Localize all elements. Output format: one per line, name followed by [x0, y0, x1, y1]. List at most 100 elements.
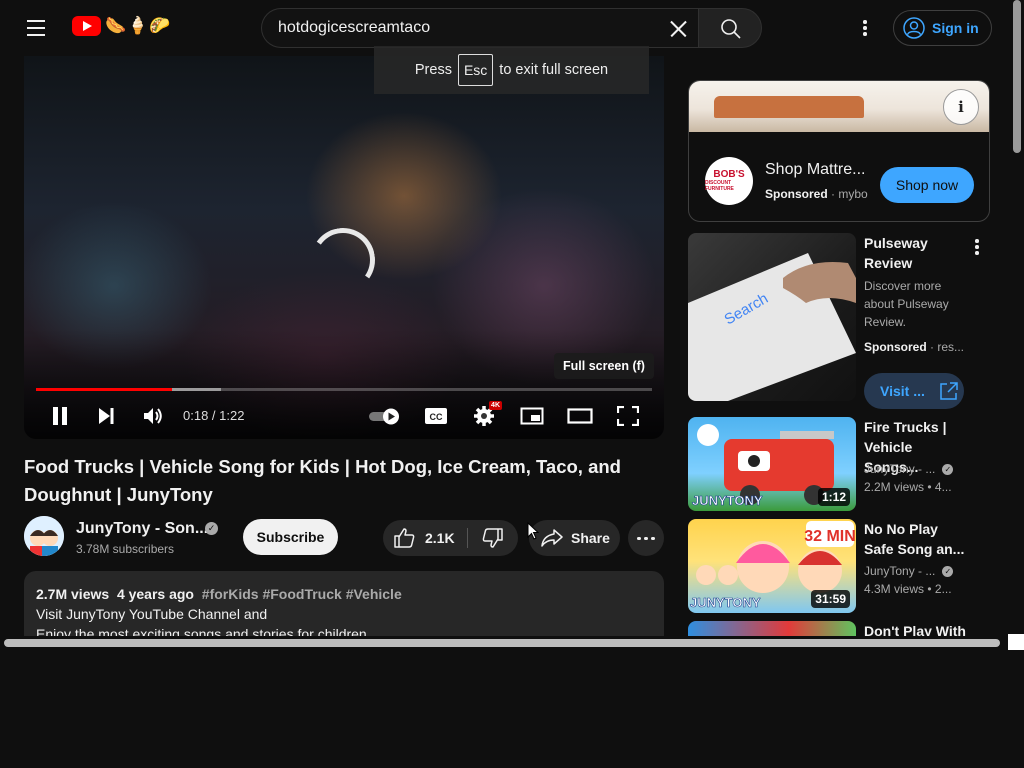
description-box[interactable]: 2.7M views 4 years ago #forKids #FoodTru…: [24, 571, 664, 637]
channel-avatar-image: [24, 516, 64, 556]
progress-played: [36, 388, 172, 391]
visit-site-button[interactable]: Visit ...: [864, 373, 964, 409]
search-button[interactable]: [698, 8, 762, 48]
sponsored-video[interactable]: Search Pulseway Review Discover more abo…: [688, 233, 988, 413]
recommendation-channel-line: JunyTony - ... ✓: [864, 564, 954, 578]
pause-button[interactable]: [42, 398, 78, 434]
channel-avatar[interactable]: [24, 516, 64, 556]
ad-title: Shop Mattre...: [765, 161, 866, 178]
closed-captions-icon: CC: [425, 408, 447, 424]
svg-text:CC: CC: [430, 412, 443, 422]
verified-check-icon: ✓: [205, 522, 218, 535]
settings-more-icon[interactable]: [852, 16, 876, 40]
fullscreen-icon: [617, 406, 639, 426]
ad-domain: mybo: [838, 187, 868, 201]
sponsored-label: Sponsored: [864, 340, 927, 354]
search-query: hotdogicescreamtaco: [278, 19, 431, 36]
like-count: 2.1K: [425, 530, 455, 546]
sponsored-title: Pulseway Review: [864, 235, 928, 271]
share-button[interactable]: Share: [529, 520, 620, 556]
recommendation-stats: 4.3M views • 2...: [864, 582, 952, 596]
video-owner-row: JunyTony - Son... ✓ 3.78M subscribers Su…: [24, 516, 664, 558]
sponsored-more-icon[interactable]: [964, 235, 988, 259]
video-player[interactable]: Full screen (f) 0:18 / 1:22 CC 4K: [24, 56, 664, 439]
tablet-search-image: Search: [688, 253, 856, 401]
toast-suffix: to exit full screen: [499, 62, 609, 78]
vertical-scrollbar[interactable]: [1010, 0, 1024, 637]
shop-now-button[interactable]: Shop now: [880, 167, 974, 203]
recommendation-item[interactable]: Don't Play With: [688, 621, 988, 636]
empty-area: [0, 650, 1024, 768]
next-button[interactable]: [88, 398, 124, 434]
recommendation-channel: JunyTony - ...: [864, 462, 936, 476]
verified-check-icon: ✓: [942, 566, 954, 578]
vertical-scroll-thumb[interactable]: [1013, 0, 1021, 153]
youtube-logo[interactable]: 🌭 🍦 🌮: [72, 16, 171, 36]
like-button[interactable]: 2.1K: [383, 520, 467, 556]
recommendation-thumbnail: JUNYTONY 1:12: [688, 417, 856, 511]
menu-icon[interactable]: [22, 14, 50, 42]
ad-card[interactable]: i BOB'S DISCOUNT FURNITURE Shop Mattre..…: [688, 80, 990, 222]
horizontal-scrollbar[interactable]: [0, 636, 1010, 650]
ad-info-icon[interactable]: i: [943, 89, 979, 125]
recommendation-item[interactable]: JUNYTONY 1:12 Fire Trucks | Vehicle Song…: [688, 417, 988, 511]
like-divider: [467, 528, 468, 548]
subscribe-button[interactable]: Subscribe: [243, 519, 338, 555]
external-link-icon: [940, 382, 958, 400]
thumbnail-brand-text: JUNYTONY: [692, 493, 763, 508]
theater-mode-button[interactable]: [562, 398, 598, 434]
hashtags[interactable]: #forKids #FoodTruck #Vehicle: [202, 586, 402, 602]
loading-spinner-icon: [305, 222, 381, 298]
recommendation-age: 4...: [934, 480, 952, 494]
theater-mode-icon: [567, 408, 593, 424]
advertiser-logo: BOB'S DISCOUNT FURNITURE: [705, 157, 753, 205]
recommendation-item[interactable]: 32 MIN JUNYTONY 31:59 No No Play Safe So…: [688, 519, 988, 613]
verified-check-icon: ✓: [942, 464, 954, 476]
thumbnail-brand-text: JUNYTONY: [690, 595, 761, 610]
recommendation-channel-line: JunyTony - ... ✓: [864, 462, 954, 476]
recommendation-views: 2.2M views: [864, 480, 925, 494]
fullscreen-button[interactable]: [610, 398, 646, 434]
recommendation-age: 2...: [934, 582, 952, 596]
description-line-1: Visit JunyTony YouTube Channel and: [36, 606, 268, 622]
thumbs-up-icon: [394, 528, 415, 548]
ice-cream-icon: 🍦: [127, 16, 148, 35]
video-duration: 31:59: [811, 590, 850, 608]
recommendation-title: No No Play Safe Song an...: [864, 521, 965, 557]
toast-press: Press: [414, 62, 452, 78]
recommendation-thumbnail: 32 MIN JUNYTONY 31:59: [688, 519, 856, 613]
thumbnail-badge-text: 32 MIN: [804, 528, 856, 545]
captions-button[interactable]: CC: [418, 398, 454, 434]
sign-in-button[interactable]: Sign in: [893, 10, 992, 46]
time-display: 0:18 / 1:22: [183, 408, 245, 423]
recommendation-title: Don't Play With: [864, 623, 966, 636]
recommendation-channel: JunyTony - ...: [864, 564, 936, 578]
settings-button[interactable]: 4K: [466, 398, 502, 434]
sign-in-label: Sign in: [932, 20, 979, 36]
recommendation-views: 4.3M views: [864, 582, 925, 596]
volume-button[interactable]: [135, 398, 171, 434]
recommendation-thumbnail: [688, 621, 856, 636]
progress-bar[interactable]: [36, 388, 652, 391]
search-icon: [721, 19, 741, 39]
autoplay-icon: [369, 408, 399, 425]
miniplayer-icon: [520, 407, 544, 425]
more-actions-button[interactable]: [628, 520, 664, 556]
video-title: Food Trucks | Vehicle Song for Kids | Ho…: [24, 456, 621, 505]
search-input[interactable]: hotdogicescreamtaco: [261, 8, 698, 48]
clear-search-icon[interactable]: [664, 15, 692, 43]
share-icon: [541, 529, 563, 547]
upload-age: 4 years ago: [116, 586, 194, 602]
ad-sponsored-label: Sponsored: [765, 187, 828, 201]
dislike-button[interactable]: [469, 520, 517, 556]
channel-name[interactable]: JunyTony - Son...: [76, 520, 208, 538]
sponsored-line: Sponsored · res...: [864, 340, 965, 354]
horizontal-scroll-thumb[interactable]: [4, 639, 1000, 647]
sponsored-thumbnail: Search: [688, 233, 856, 401]
video-duration: 1:12: [817, 488, 850, 506]
description-meta: 2.7M views 4 years ago #forKids #FoodTru…: [36, 584, 652, 604]
youtube-play-icon: [72, 16, 101, 36]
player-controls: 0:18 / 1:22 CC 4K: [24, 398, 664, 434]
miniplayer-button[interactable]: [514, 398, 550, 434]
autoplay-toggle[interactable]: [367, 398, 403, 434]
